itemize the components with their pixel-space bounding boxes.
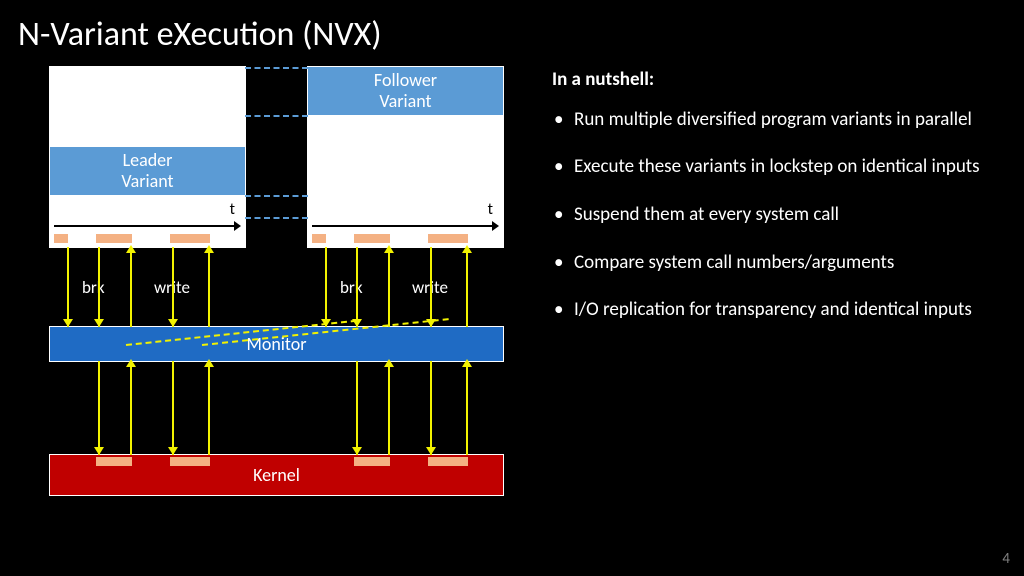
segment	[54, 234, 68, 243]
arrow-line	[325, 247, 327, 327]
monitor-bar: Monitor	[50, 327, 503, 361]
slide-title: N-Variant eXecution (NVX)	[0, 0, 1024, 55]
lockstep-line	[245, 67, 308, 69]
follower-variant-label: Follower Variant	[308, 67, 503, 115]
kernel-segment	[354, 457, 390, 466]
arrowhead-up-icon	[384, 245, 394, 253]
arrowhead-up-icon	[462, 245, 472, 253]
arrowhead-down-icon	[63, 319, 73, 327]
arrow-line	[356, 361, 358, 455]
arrowhead-up-icon	[384, 359, 394, 367]
arrow-line	[208, 361, 210, 455]
leader-variant-box: Leader Variant t	[50, 67, 245, 247]
segment	[312, 234, 326, 243]
arrow-line	[130, 247, 132, 327]
leader-variant-label: Leader Variant	[50, 147, 245, 195]
arrow-line	[466, 361, 468, 455]
arrow-line	[430, 361, 432, 455]
nvx-diagram: Leader Variant t Follower Variant t	[18, 67, 528, 537]
arrowhead-up-icon	[204, 359, 214, 367]
segment	[354, 234, 390, 243]
bullet-list: Run multiple diversified program variant…	[552, 107, 1006, 323]
bullet-item: I/O replication for transparency and ide…	[552, 297, 1006, 323]
arrowhead-down-icon	[94, 447, 104, 455]
lockstep-line	[245, 195, 308, 197]
page-number: 4	[1002, 550, 1010, 568]
bullet-item: Compare system call numbers/arguments	[552, 250, 1006, 276]
arrowhead-up-icon	[462, 359, 472, 367]
arrow-line	[208, 247, 210, 327]
arrow-line	[388, 361, 390, 455]
arrow-line	[172, 247, 174, 327]
slide-content: Leader Variant t Follower Variant t	[0, 55, 1024, 537]
arrow-line	[130, 361, 132, 455]
syscall-brk-left: brk	[82, 277, 105, 298]
text-panel: In a nutshell: Run multiple diversified …	[552, 67, 1006, 537]
arrow-line	[98, 247, 100, 327]
arrowhead-down-icon	[352, 447, 362, 455]
arrowhead-down-icon	[168, 319, 178, 327]
arrow-line	[430, 247, 432, 327]
arrowhead-down-icon	[168, 447, 178, 455]
syscall-brk-right: brk	[340, 277, 363, 298]
arrow-line	[388, 247, 390, 327]
follower-variant-box: Follower Variant t	[308, 67, 503, 247]
kernel-segment	[428, 457, 468, 466]
bullet-item: Suspend them at every system call	[552, 202, 1006, 228]
segment	[96, 234, 132, 243]
arrowhead-down-icon	[94, 319, 104, 327]
arrowhead-down-icon	[321, 319, 331, 327]
lockstep-line	[245, 115, 308, 117]
arrowhead-up-icon	[126, 245, 136, 253]
segment	[170, 234, 210, 243]
arrow-line	[98, 361, 100, 455]
arrowhead-down-icon	[426, 447, 436, 455]
segment	[428, 234, 468, 243]
time-axis-right: t	[312, 221, 499, 231]
arrow-line	[67, 247, 69, 327]
arrow-line	[356, 247, 358, 327]
time-axis-label: t	[230, 200, 235, 219]
kernel-segment	[170, 457, 210, 466]
arrow-line	[466, 247, 468, 327]
arrowhead-down-icon	[426, 319, 436, 327]
arrowhead-up-icon	[126, 359, 136, 367]
bullet-item: Run multiple diversified program variant…	[552, 107, 1006, 133]
arrow-line	[172, 361, 174, 455]
lockstep-line	[245, 217, 308, 219]
time-axis-left: t	[54, 221, 241, 231]
nutshell-heading: In a nutshell:	[552, 67, 1006, 93]
kernel-segment	[96, 457, 132, 466]
arrowhead-up-icon	[204, 245, 214, 253]
arrowhead-down-icon	[352, 319, 362, 327]
bullet-item: Execute these variants in lockstep on id…	[552, 154, 1006, 180]
time-axis-label: t	[488, 200, 493, 219]
